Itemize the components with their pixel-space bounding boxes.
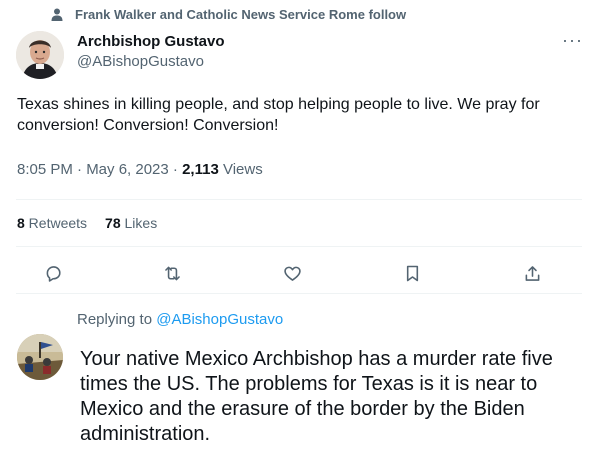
more-options-button[interactable]: ··· [562,30,583,51]
reply-text: Your native Mexico Archbishop has a murd… [80,348,553,445]
retweets-label: Retweets [24,215,88,231]
divider [16,199,582,200]
retweet-icon [165,266,181,280]
share-button[interactable] [519,260,545,286]
author-portrait-image [16,31,64,79]
tweet-text: Texas shines in killing people, and stop… [17,96,540,134]
tweet-timestamp[interactable]: 8:05 PM · May 6, 2023 · [17,161,182,178]
retweets-stat[interactable]: 8 Retweets [17,215,87,231]
engagement-stats: 8 Retweets 78 Likes [17,215,157,231]
likes-label: Likes [120,215,158,231]
reply-avatar-painting-image [17,334,63,380]
divider [16,246,582,247]
divider [16,293,582,294]
replying-handle-link[interactable]: @ABishopGustavo [156,311,283,328]
author-avatar[interactable] [16,31,64,79]
reply-icon [46,265,61,282]
person-icon [51,8,63,21]
views-count: 2,113 [182,161,219,178]
views-label: Views [218,161,263,178]
like-button[interactable] [280,260,306,286]
reply-button[interactable] [40,260,66,286]
share-icon [525,265,539,281]
likes-stat[interactable]: 78 Likes [105,215,157,231]
author-name[interactable]: Archbishop Gustavo [77,33,225,50]
reply-avatar[interactable] [17,334,63,380]
replying-prefix: Replying to [77,311,157,328]
tweet-meta: 8:05 PM · May 6, 2023 · 2,113 Views [17,161,263,178]
like-icon [284,266,301,281]
social-context-text[interactable]: Frank Walker and Catholic News Service R… [75,7,406,22]
author-handle[interactable]: @ABishopGustavo [77,53,204,70]
likes-count: 78 [105,215,121,231]
retweets-count: 8 [17,215,25,231]
bookmark-button[interactable] [399,260,425,286]
retweet-button[interactable] [160,260,186,286]
bookmark-icon [406,265,418,281]
social-context: Frank Walker and Catholic News Service R… [51,7,406,22]
action-bar [40,260,545,286]
replying-to: Replying to @ABishopGustavo [77,311,283,328]
